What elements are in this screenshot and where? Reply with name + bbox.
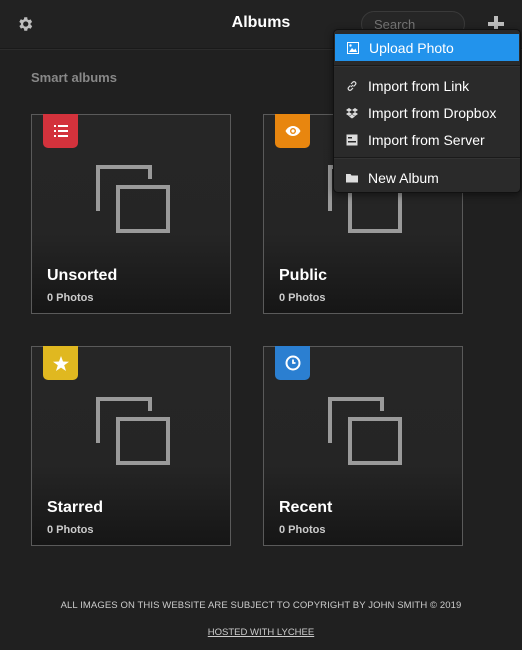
badge-eye — [275, 114, 310, 148]
album-title: Public — [279, 267, 328, 284]
server-icon — [346, 134, 358, 145]
album-placeholder-icon — [96, 397, 170, 465]
album-unsorted[interactable]: Unsorted 0 Photos — [31, 114, 231, 314]
menu-item-label: Import from Dropbox — [368, 104, 497, 121]
album-photo-count: 0 Photos — [47, 292, 94, 304]
star-icon — [52, 355, 69, 371]
menu-item-label: Import from Server — [368, 131, 485, 148]
upload-photo-icon — [347, 41, 359, 54]
clock-icon — [285, 355, 300, 371]
menu-item-import-server[interactable]: Import from Server — [334, 126, 520, 153]
menu-separator — [334, 65, 520, 67]
badge-star — [43, 346, 78, 380]
footer-copyright: ALL IMAGES ON THIS WEBSITE ARE SUBJECT T… — [60, 600, 462, 611]
menu-item-upload-photo[interactable]: Upload Photo — [335, 34, 519, 61]
menu-item-label: New Album — [368, 169, 439, 186]
album-title: Unsorted — [47, 267, 118, 284]
album-photo-count: 0 Photos — [279, 292, 326, 304]
badge-list — [43, 114, 78, 148]
badge-clock — [275, 346, 310, 380]
add-menu-dropdown: Upload Photo Import from Link Import fro… — [333, 29, 521, 193]
menu-item-label: Import from Link — [368, 77, 470, 94]
link-icon — [347, 80, 357, 91]
album-placeholder-icon — [328, 397, 402, 465]
menu-item-import-link[interactable]: Import from Link — [334, 72, 520, 99]
album-placeholder-icon — [96, 165, 170, 233]
footer-hosted-link[interactable]: HOSTED WITH LYCHEE — [0, 627, 522, 638]
folder-icon — [346, 173, 358, 182]
eye-icon — [285, 126, 300, 136]
menu-separator — [334, 157, 520, 159]
album-recent[interactable]: Recent 0 Photos — [263, 346, 463, 546]
album-starred[interactable]: Starred 0 Photos — [31, 346, 231, 546]
section-title-smart-albums: Smart albums — [31, 70, 117, 85]
menu-item-import-dropbox[interactable]: Import from Dropbox — [334, 99, 520, 126]
dropbox-icon — [346, 107, 358, 118]
list-icon — [53, 125, 68, 137]
menu-item-label: Upload Photo — [369, 39, 454, 56]
album-photo-count: 0 Photos — [47, 524, 94, 536]
album-photo-count: 0 Photos — [279, 524, 326, 536]
album-title: Starred — [47, 499, 104, 516]
album-title: Recent — [279, 499, 333, 516]
menu-item-new-album[interactable]: New Album — [334, 164, 520, 191]
